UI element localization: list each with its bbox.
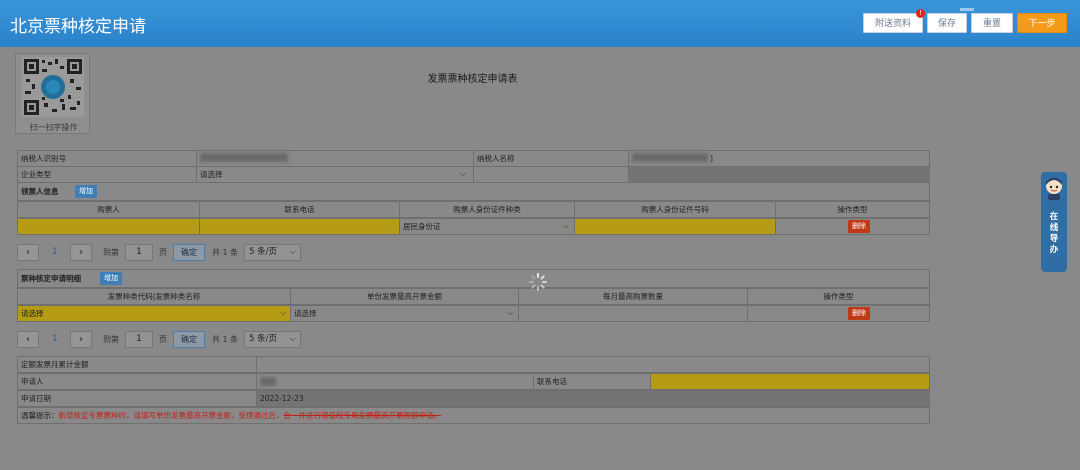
delete-buyer-button[interactable]: 删除 <box>848 220 870 233</box>
total-count: 共 1 条 <box>212 335 239 344</box>
taxpayer-name-suffix: ] <box>710 154 713 163</box>
redacted-taxpayer-name <box>632 153 708 162</box>
taxpayer-name-label: 纳税人名称 <box>473 150 629 167</box>
goto-label: 到第 <box>103 248 119 257</box>
total-count: 共 1 条 <box>212 248 239 257</box>
empty-cell <box>473 166 629 183</box>
col-detail-operation: 操作类型 <box>747 288 930 305</box>
id-number-input[interactable] <box>574 218 776 235</box>
notice-prefix: 温馨提示： <box>21 411 59 420</box>
buyer-name-input[interactable] <box>17 218 200 235</box>
form-title: 发票票种核定申请表 <box>427 74 518 85</box>
detail-section-header: 票种核定申请明细 <box>17 269 930 288</box>
attach-alert-badge: ! <box>916 9 925 18</box>
notice-row: 温馨提示：新增核定专票票种时，请填写单份发票最高开票金额，受理通过后，会一并进行… <box>17 407 930 424</box>
attach-docs-button[interactable]: 附送资料 <box>863 13 923 33</box>
page-unit: 页 <box>159 248 167 257</box>
col-buyer: 购票人 <box>17 201 200 218</box>
buyer-section-title: 领票人信息 <box>21 187 59 196</box>
monthly-total-label: 定额发票月累计金额 <box>17 356 257 373</box>
buyer-section-header: 领票人信息 <box>17 182 930 201</box>
buyer-phone-input[interactable] <box>199 218 400 235</box>
add-buyer-button[interactable]: 增加 <box>75 185 97 198</box>
col-id-type: 购票人身份证件种类 <box>399 201 575 218</box>
applicant-phone-label: 联系电话 <box>533 373 651 390</box>
apply-date-field: 2022-12-23 <box>256 390 930 407</box>
max-amount-value: 请选择 <box>294 309 317 318</box>
notice-strike-text: 会一并进行增值税专用发票最高开票限额申请。 <box>283 411 442 420</box>
applicant-label: 申请人 <box>17 373 257 390</box>
online-guide-label: 在线导办 <box>1041 212 1067 256</box>
prev-page-button[interactable]: ‹ <box>17 331 39 348</box>
page-size-value: 5 条/页 <box>249 334 277 344</box>
id-type-value: 居民身份证 <box>403 222 441 231</box>
monthly-qty-input[interactable] <box>518 305 748 322</box>
chevron-down-icon: ⌵ <box>563 221 570 230</box>
max-amount-select[interactable]: 请选择 <box>290 305 519 322</box>
enterprise-type-select[interactable]: 请选择 <box>196 166 474 183</box>
col-id-number: 购票人身份证件号码 <box>574 201 776 218</box>
current-page[interactable]: 1 <box>52 244 58 261</box>
applicant-field[interactable] <box>256 373 534 390</box>
taxpayer-id-label: 纳税人识别号 <box>17 150 197 167</box>
header-indicator <box>960 8 974 11</box>
reset-button[interactable]: 重置 <box>971 13 1013 33</box>
delete-detail-button[interactable]: 删除 <box>848 307 870 320</box>
col-monthly-qty: 每月最高购票数量 <box>518 288 748 305</box>
online-guide-text: 在线导办 <box>1049 212 1059 255</box>
page-size-select[interactable]: 5 条/页 ⌵ <box>244 331 301 348</box>
page-unit: 页 <box>159 335 167 344</box>
chevron-down-icon: ⌵ <box>507 308 514 317</box>
disabled-cell <box>628 166 930 183</box>
goto-page-input[interactable]: 1 <box>125 244 153 261</box>
chevron-down-icon: ⌵ <box>289 334 296 344</box>
page-size-value: 5 条/页 <box>249 247 277 257</box>
goto-page-input[interactable]: 1 <box>125 331 153 348</box>
applicant-phone-input[interactable] <box>650 373 930 390</box>
goto-confirm-button[interactable]: 确定 <box>173 244 205 261</box>
apply-date-value: 2022-12-23 <box>260 394 304 403</box>
enterprise-type-value: 请选择 <box>200 170 223 179</box>
id-type-select[interactable]: 居民身份证 <box>399 218 575 235</box>
enterprise-type-label: 企业类型 <box>17 166 197 183</box>
notice-text: 新增核定专票票种时，请填写单份发票最高开票金额，受理通过后， <box>58 411 284 420</box>
app-header: 北京票种核定申请 附送资料 ! 保存 重置 下一步 <box>0 0 1080 47</box>
page-title: 北京票种核定申请 <box>10 17 146 37</box>
current-page[interactable]: 1 <box>52 331 58 348</box>
next-page-button[interactable]: › <box>70 331 92 348</box>
save-button[interactable]: 保存 <box>927 13 967 33</box>
chevron-down-icon: ⌵ <box>289 247 296 257</box>
add-detail-button[interactable]: 增加 <box>100 272 122 285</box>
page-size-select[interactable]: 5 条/页 ⌵ <box>244 244 301 261</box>
chevron-down-icon: ⌵ <box>460 169 467 178</box>
assistant-avatar-icon <box>1046 177 1062 200</box>
loading-spinner-icon <box>529 273 547 291</box>
goto-confirm-button[interactable]: 确定 <box>173 331 205 348</box>
col-max-amount: 单份发票最高开票金额 <box>290 288 519 305</box>
detail-operation-cell <box>747 305 930 322</box>
redacted-taxpayer-id <box>200 153 288 162</box>
col-operation: 操作类型 <box>775 201 930 218</box>
col-invoice-type: 发票种类代码|发票种类名称 <box>17 288 291 305</box>
redacted-applicant <box>260 377 276 386</box>
prev-page-button[interactable]: ‹ <box>17 244 39 261</box>
qr-code-panel[interactable]: 扫一扫字操作 <box>15 53 90 134</box>
next-page-button[interactable]: › <box>70 244 92 261</box>
col-phone: 联系电话 <box>199 201 400 218</box>
invoice-type-value: 请选择 <box>21 309 44 318</box>
qr-code-icon <box>22 57 84 117</box>
chevron-down-icon: ⌵ <box>280 308 287 317</box>
apply-date-label: 申请日期 <box>17 390 257 407</box>
detail-section-title: 票种核定申请明细 <box>21 274 81 283</box>
goto-label: 到第 <box>103 335 119 344</box>
qr-label: 扫一扫字操作 <box>29 123 78 132</box>
monthly-total-field[interactable] <box>256 356 930 373</box>
invoice-type-select[interactable]: 请选择 <box>17 305 291 322</box>
next-step-button[interactable]: 下一步 <box>1017 13 1067 33</box>
